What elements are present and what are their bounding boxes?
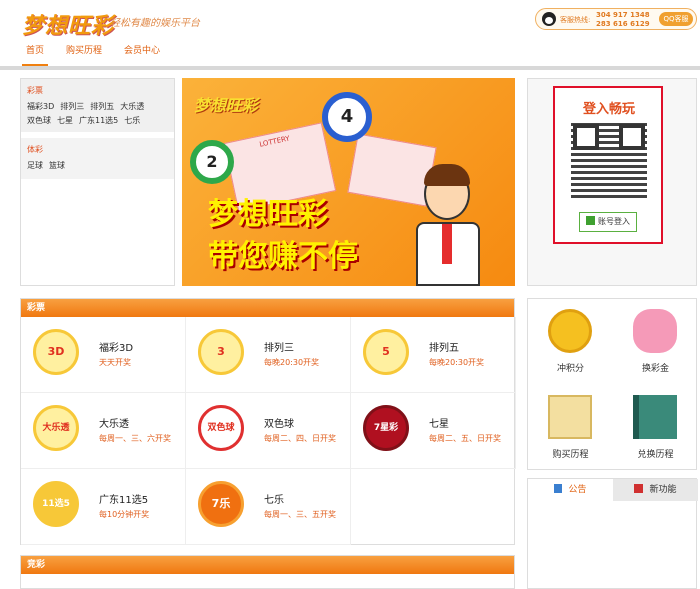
category-link[interactable]: 足球 — [27, 159, 43, 173]
lottery-ball-image: 2 — [190, 140, 234, 184]
shuangseqiu-icon: 双色球 — [198, 405, 244, 451]
banner-headline: 梦想旺彩 — [208, 197, 328, 232]
category-link[interactable]: 双色球 — [27, 114, 51, 128]
pailie-3-icon: 3 — [198, 329, 244, 375]
shopping-bag-icon — [548, 395, 592, 439]
hotline-numbers: 304 917 1348 283 616 6129 — [596, 11, 650, 28]
category-menu: 彩票 福彩3D 排列三 排列五 大乐透 双色球 七星 广东11选5 七乐 体彩 足球 篮球 — [20, 78, 175, 286]
category-link[interactable]: 排列三 — [60, 100, 84, 114]
hotline-bar: 客服热线: 304 917 1348 283 616 6129 QQ客服 — [535, 8, 697, 30]
category-link[interactable]: 篮球 — [49, 159, 65, 173]
login-title: 登入畅玩 — [583, 102, 636, 117]
nav-home[interactable]: 首页 — [22, 44, 49, 66]
qile-icon: 7乐 — [198, 481, 244, 527]
exchange-history-button[interactable]: 兑换历程 — [613, 385, 698, 471]
lottery-item[interactable]: 大乐透 大乐透 每周一、三、六开奖 — [21, 393, 186, 469]
category-link[interactable]: 七星 — [57, 114, 73, 128]
lottery-item[interactable]: 7星彩 七星 每周二、五、日开奖 — [351, 393, 516, 469]
account-login-button[interactable]: 账号登入 — [579, 212, 637, 232]
banner-logo: 梦想旺彩 — [194, 96, 259, 115]
tab-announcement[interactable]: 公告 — [528, 479, 613, 501]
notice-icon — [554, 484, 563, 493]
lottery-section: 彩票 3D 福彩3D 天天开奖 3 排列三 每晚20:30开奖 5 排列五 每晚20:30开… — [20, 298, 516, 545]
category-link[interactable]: 排列五 — [90, 100, 114, 114]
lottery-item[interactable]: 3D 福彩3D 天天开奖 — [21, 317, 186, 393]
user-icon — [586, 216, 595, 225]
category-link[interactable]: 七乐 — [124, 114, 140, 128]
lottery-item[interactable]: 5 排列五 每晚20:30开奖 — [351, 317, 516, 393]
promo-banner[interactable]: 梦想旺彩 LOTTERY 2 4 梦想旺彩 带您赚不停 — [182, 78, 515, 286]
pailie-5-icon: 5 — [363, 329, 409, 375]
main-nav: 首页 购买历程 会员中心 — [22, 44, 178, 66]
earn-points-button[interactable]: 冲积分 — [528, 299, 613, 385]
login-box: 登入畅玩 账号登入 — [553, 86, 663, 244]
exchange-bonus-button[interactable]: 换彩金 — [613, 299, 698, 385]
qixing-icon: 7星彩 — [363, 405, 409, 451]
category-lottery-title: 彩票 — [27, 86, 43, 95]
guangdong-11x5-icon: 11选5 — [33, 481, 79, 527]
site-logo[interactable]: 梦想旺彩 — [22, 8, 114, 40]
hotline-label: 客服热线: — [560, 16, 591, 24]
qr-code-image[interactable] — [571, 122, 647, 198]
gift-icon — [634, 484, 644, 493]
book-icon — [633, 395, 677, 439]
purchase-history-button[interactable]: 购买历程 — [528, 385, 613, 471]
tab-new-features[interactable]: 新功能 — [613, 479, 698, 501]
lottery-section-header: 彩票 — [21, 299, 514, 317]
daletou-icon: 大乐透 — [33, 405, 79, 451]
banner-subheadline: 带您赚不停 — [208, 239, 358, 274]
lottery-item[interactable]: 3 排列三 每晚20:30开奖 — [186, 317, 351, 393]
coin-icon — [548, 309, 592, 353]
fucai-3d-icon: 3D — [33, 329, 79, 375]
category-sports-title: 体彩 — [27, 145, 43, 154]
nav-divider — [0, 66, 700, 70]
nav-member-center[interactable]: 会员中心 — [120, 44, 164, 66]
category-link[interactable]: 福彩3D — [27, 100, 54, 114]
lottery-item[interactable]: 7乐 七乐 每周一、三、五开奖 — [186, 469, 351, 545]
site-slogan: 轻松有趣的娱乐平台 — [110, 18, 200, 29]
qq-penguin-icon — [542, 12, 556, 26]
category-link[interactable]: 广东11选5 — [79, 114, 118, 128]
jingcai-section-header: 竞彩 — [21, 556, 514, 574]
category-link[interactable]: 大乐透 — [120, 100, 144, 114]
function-panel: 冲积分 换彩金 购买历程 兑换历程 — [527, 298, 697, 470]
lottery-item[interactable]: 11选5 广东11选5 每10分钟开奖 — [21, 469, 186, 545]
jingcai-section: 竞彩 — [20, 555, 515, 589]
qq-service-button[interactable]: QQ客服 — [659, 12, 693, 26]
lottery-item[interactable]: 双色球 双色球 每周二、四、日开奖 — [186, 393, 351, 469]
lottery-ball-image: 4 — [322, 92, 372, 142]
piggy-bank-icon — [633, 309, 677, 353]
notice-tabs: 公告 新功能 — [527, 478, 698, 589]
nav-purchase-history[interactable]: 购买历程 — [62, 44, 106, 66]
cartoon-man-image — [412, 164, 492, 286]
